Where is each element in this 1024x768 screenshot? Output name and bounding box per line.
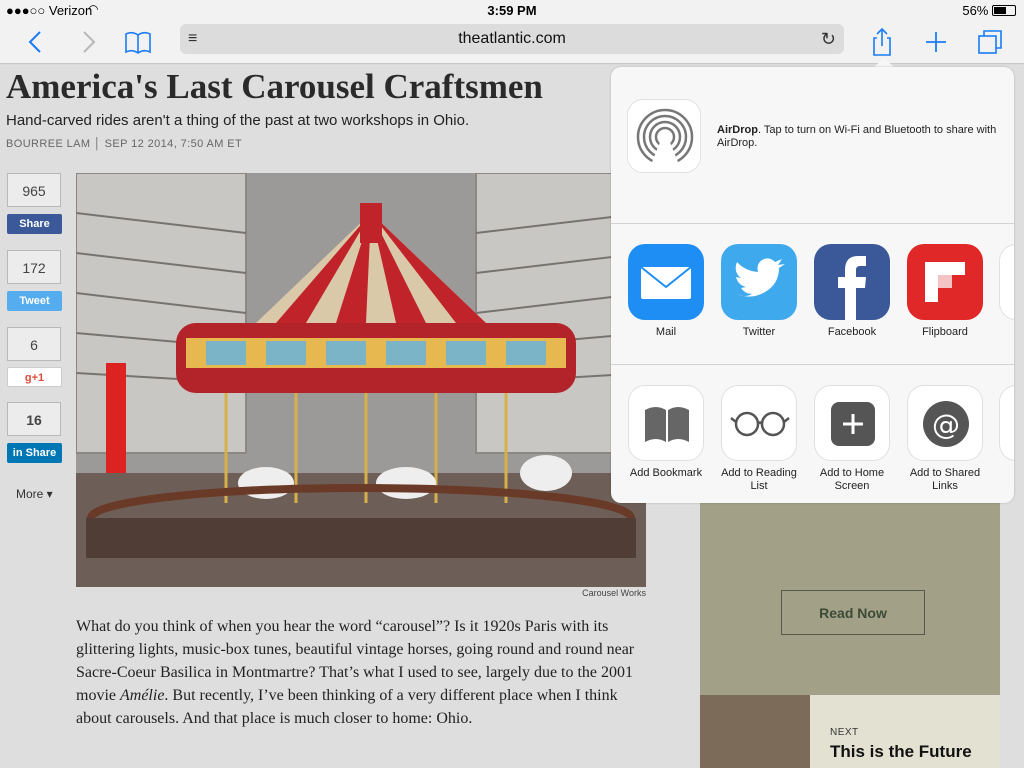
photo-caption: Carousel Works — [582, 588, 646, 598]
at-sign-icon: @ — [907, 385, 983, 461]
twitter-count: 172 — [7, 250, 61, 284]
facebook-count: 965 — [7, 173, 61, 207]
battery-indicator: 56% — [962, 3, 1016, 18]
browser-toolbar: ≡ theatlantic.com ↻ — [0, 20, 1024, 64]
airdrop-description: AirDrop. Tap to turn on Wi-Fi and Blueto… — [717, 124, 1002, 150]
reload-icon[interactable]: ↻ — [821, 24, 836, 54]
battery-percent: 56% — [962, 3, 989, 18]
article-title: America's Last Carousel Craftsmen — [6, 67, 543, 106]
battery-icon — [992, 5, 1016, 16]
gplus-button[interactable]: g+1 — [7, 367, 62, 387]
book-icon — [125, 31, 151, 54]
movie-title: Amélie — [120, 687, 165, 704]
article-byline: BOURREE LAM │ SEP 12 2014, 7:50 AM ET — [6, 138, 243, 150]
twitter-bird-icon — [721, 244, 797, 320]
add-square-icon — [814, 385, 890, 461]
action-add-reading-list[interactable]: Add to Reading List — [720, 385, 798, 493]
share-more-apps[interactable] — [999, 244, 1014, 320]
share-flipboard[interactable]: Flipboard — [906, 244, 984, 339]
action-add-shared-links[interactable]: @ Add to Shared Links — [906, 385, 984, 493]
plus-icon — [926, 32, 946, 52]
tabs-button[interactable] — [974, 26, 1006, 58]
twitter-tweet-button[interactable]: Tweet — [7, 291, 62, 311]
share-action-label: Add to Shared Links — [909, 467, 981, 492]
share-app-label: Twitter — [742, 326, 776, 338]
flipboard-icon — [907, 244, 983, 320]
url-text: theatlantic.com — [458, 30, 566, 47]
action-add-home-screen[interactable]: Add to Home Screen — [813, 385, 891, 493]
share-facebook[interactable]: Facebook — [813, 244, 891, 339]
facebook-share-button[interactable]: Share — [7, 214, 62, 234]
share-sheet: AirDrop. Tap to turn on Wi-Fi and Blueto… — [611, 67, 1014, 503]
article-photo — [76, 173, 646, 587]
separator — [611, 364, 1014, 365]
more-share-button[interactable]: More ▾ — [16, 487, 53, 501]
article-paragraph: What do you think of when you hear the w… — [76, 615, 646, 730]
airdrop-hint: . Tap to turn on Wi-Fi and Bluetooth to … — [717, 124, 997, 149]
status-bar: ●●●○○ Verizon ◠ 3:59 PM 56% — [0, 0, 1024, 20]
carousel-illustration — [76, 173, 646, 587]
next-article-title[interactable]: This is the Future — [830, 742, 972, 762]
read-now-button[interactable]: Read Now — [781, 590, 925, 635]
glasses-icon — [721, 385, 797, 461]
back-button[interactable] — [20, 26, 52, 58]
facebook-f-icon — [814, 244, 890, 320]
share-action-label: Add to Reading List — [721, 467, 797, 492]
status-time: 3:59 PM — [487, 3, 537, 18]
mail-icon — [628, 244, 704, 320]
bookmarks-button[interactable] — [122, 26, 154, 58]
new-tab-button[interactable] — [920, 26, 952, 58]
share-more-actions[interactable] — [999, 385, 1014, 461]
chevron-left-icon — [28, 31, 41, 53]
linkedin-count: 16 — [7, 402, 61, 436]
action-add-bookmark[interactable]: Add Bookmark — [627, 385, 705, 480]
next-article-image — [700, 695, 810, 768]
chevron-right-icon — [83, 31, 96, 53]
separator — [611, 223, 1014, 224]
sidebar-promo: Read Now — [700, 490, 1000, 695]
airdrop-label: AirDrop — [717, 124, 758, 136]
airdrop-icon[interactable] — [627, 99, 701, 173]
partial-action-icon — [999, 385, 1014, 461]
share-icon — [873, 27, 891, 56]
share-app-label: Mail — [655, 326, 677, 338]
forward-button[interactable] — [72, 26, 104, 58]
article-subtitle: Hand-carved rides aren't a thing of the … — [6, 112, 470, 129]
share-action-label: Add to Home Screen — [819, 467, 885, 492]
partial-app-icon — [999, 244, 1014, 320]
reader-icon[interactable]: ≡ — [188, 24, 197, 54]
share-app-label: Flipboard — [922, 326, 968, 338]
share-action-label: Add Bookmark — [629, 467, 703, 479]
share-app-label: Facebook — [827, 326, 877, 338]
gplus-count: 6 — [7, 327, 61, 361]
next-label: NEXT — [830, 727, 859, 738]
bookmark-book-icon — [628, 385, 704, 461]
address-bar[interactable]: ≡ theatlantic.com ↻ — [180, 24, 844, 54]
linkedin-share-button[interactable]: in Share — [7, 443, 62, 463]
next-article-card[interactable]: NEXT This is the Future — [700, 695, 1000, 768]
airdrop-rings-icon — [636, 108, 694, 172]
share-twitter[interactable]: Twitter — [720, 244, 798, 339]
share-mail[interactable]: Mail — [627, 244, 705, 339]
share-button[interactable] — [866, 26, 898, 58]
svg-text:@: @ — [932, 408, 960, 441]
tabs-icon — [978, 30, 1002, 54]
